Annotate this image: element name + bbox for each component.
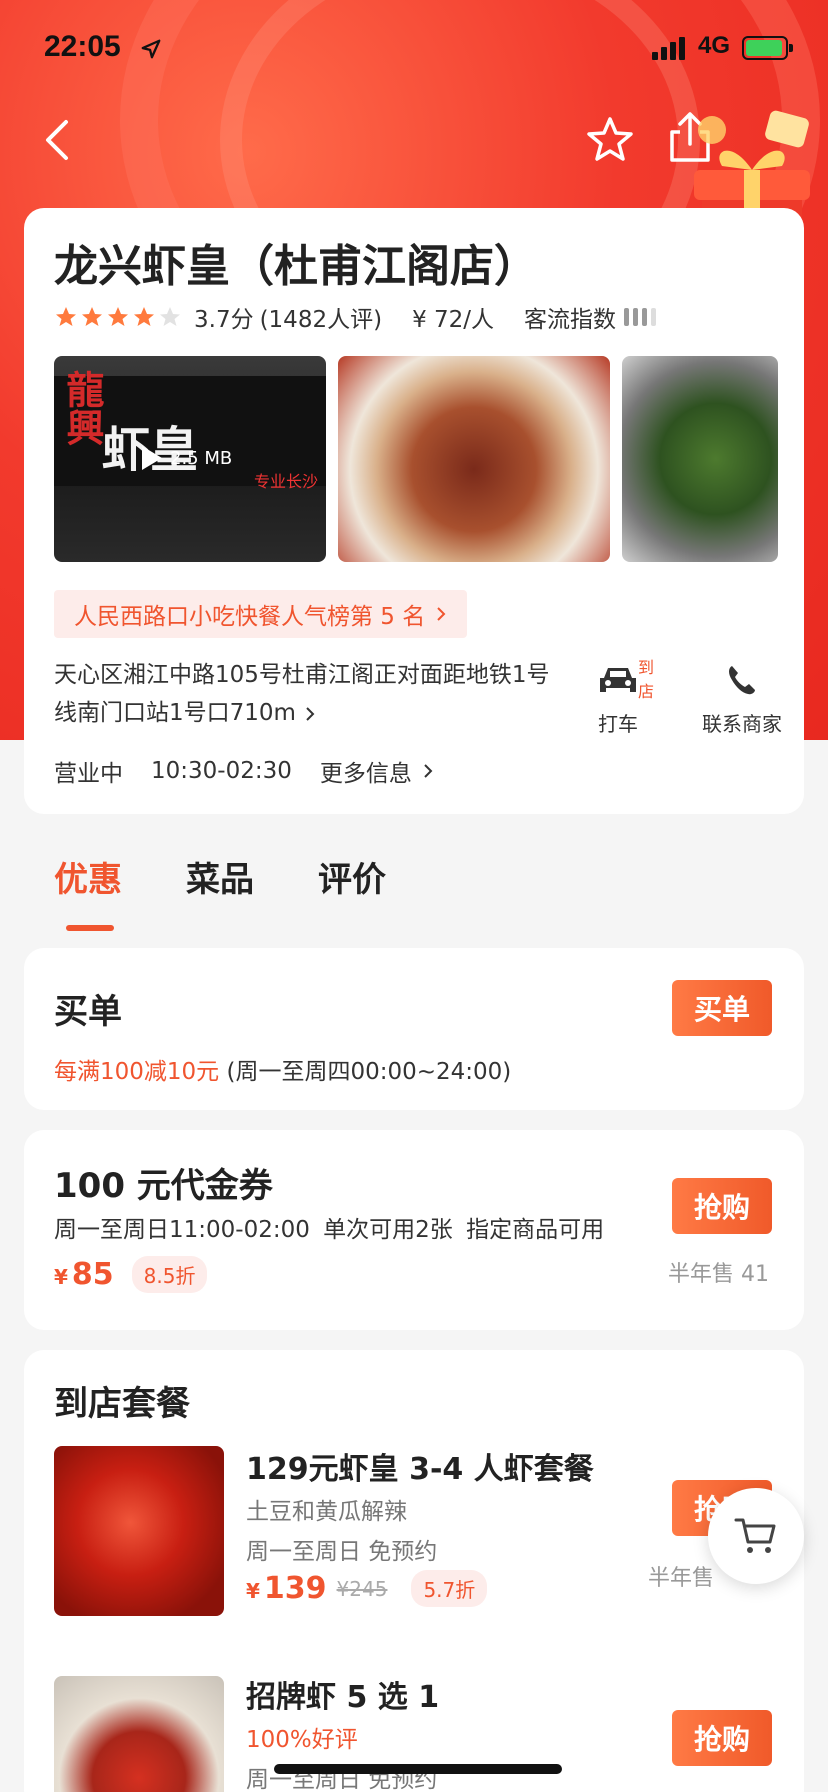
status-bar: 22:05 4G xyxy=(0,28,828,72)
rating-row: 3.7分 (1482人评) ¥ 72/人 客流指数 xyxy=(54,300,657,334)
call-merchant-button[interactable]: 联系商家 xyxy=(684,662,800,737)
shop-info-card: 龙兴虾皇（杜甫江阁店） 3.7分 (1482人评) ¥ 72/人 客流指数 龍興… xyxy=(24,208,804,814)
combo-card: 到店套餐 129元虾皇 3-4 人虾套餐 土豆和黄瓜解辣 周一至周日 免预约 ¥… xyxy=(24,1350,804,1792)
tab-reviews[interactable]: 评价 xyxy=(318,852,386,901)
voucher-meta: 周一至周日11:00-02:00 单次可用2张 指定商品可用 xyxy=(54,1217,605,1243)
video-size: 2.5 MB xyxy=(170,447,233,469)
pay-title: 买单 xyxy=(54,992,122,1032)
pay-bill-card: 买单 买单 每满100减10元 (周一至周四00:00~24:00) xyxy=(24,948,804,1110)
location-arrow-icon xyxy=(141,39,161,59)
photo-gallery[interactable]: 龍興 虾皇 专业长沙 2.5 MB xyxy=(54,356,778,562)
combo-buy-button[interactable]: 抢购 xyxy=(672,1710,772,1766)
tab-dishes[interactable]: 菜品 xyxy=(186,852,254,901)
combo-title: 到店套餐 xyxy=(54,1384,190,1424)
more-info-link[interactable]: 更多信息 xyxy=(320,754,412,788)
sign-slogan: 专业长沙 xyxy=(254,472,319,491)
combo-image[interactable] xyxy=(54,1446,224,1616)
phone-icon xyxy=(729,666,755,695)
tab-offers[interactable]: 优惠 xyxy=(54,852,122,931)
chevron-right-icon xyxy=(306,706,315,721)
voucher-discount: 8.5折 xyxy=(131,1256,208,1293)
section-tabs: 优惠 菜品 评价 xyxy=(54,852,386,931)
dish-photo[interactable] xyxy=(622,356,778,562)
star-filled-icon xyxy=(82,307,102,326)
combo-price: ¥139 xyxy=(246,1571,327,1606)
star-filled-icon xyxy=(56,307,76,326)
dish-photo[interactable] xyxy=(338,356,610,562)
ranking-text: 人民西路口小吃快餐人气榜第 5 名 xyxy=(74,604,426,630)
battery-icon xyxy=(742,36,793,60)
star-filled-icon xyxy=(134,307,154,326)
voucher-card[interactable]: 100 元代金券 周一至周日11:00-02:00 单次可用2张 指定商品可用 … xyxy=(24,1130,804,1330)
chevron-right-icon xyxy=(437,607,446,621)
combo-desc: 土豆和黄瓜解辣 xyxy=(246,1499,407,1525)
pay-button[interactable]: 买单 xyxy=(672,980,772,1036)
combo-sold: 半年售 xyxy=(648,1566,715,1591)
combo-name[interactable]: 招牌虾 5 选 1 xyxy=(246,1672,439,1716)
play-icon xyxy=(142,446,162,470)
voucher-buy-button[interactable]: 抢购 xyxy=(672,1178,772,1234)
back-icon[interactable] xyxy=(40,116,76,164)
sign-text: 龍興 xyxy=(60,370,105,446)
car-icon xyxy=(600,668,636,692)
pay-offer-text: 每满100减10元 xyxy=(54,1059,220,1085)
ranking-tag[interactable]: 人民西路口小吃快餐人气榜第 5 名 xyxy=(54,590,468,638)
combo-original-price: ¥245 xyxy=(336,1576,388,1601)
rating-score: 3.7分 xyxy=(194,307,254,333)
taxi-button[interactable]: 到店 打车 xyxy=(580,658,656,737)
voucher-title: 100 元代金券 xyxy=(54,1166,273,1206)
home-indicator[interactable] xyxy=(274,1764,562,1774)
favorite-star-icon[interactable] xyxy=(584,114,636,166)
rating-stars xyxy=(54,305,182,329)
combo-discount: 5.7折 xyxy=(411,1570,488,1607)
open-hours: 10:30-02:30 xyxy=(151,758,292,784)
storefront-video[interactable]: 龍興 虾皇 专业长沙 2.5 MB xyxy=(54,356,326,562)
combo-price-row: ¥139 ¥245 5.7折 xyxy=(246,1570,488,1607)
status-time: 22:05 xyxy=(44,30,121,63)
taxi-badge: 到店 xyxy=(637,658,654,701)
voucher-price: ¥85 xyxy=(54,1257,114,1292)
star-filled-icon xyxy=(108,307,128,326)
pay-offer: 每满100减10元 (周一至周四00:00~24:00) xyxy=(54,1052,511,1086)
star-empty-icon xyxy=(160,307,180,326)
address-text: 天心区湘江中路105号杜甫江阁正对面距地铁1号线南门口站1号口710m xyxy=(54,662,550,726)
combo-image[interactable] xyxy=(54,1676,224,1792)
review-count: (1482人评) xyxy=(259,307,383,333)
pay-offer-time: (周一至周四00:00~24:00) xyxy=(226,1059,512,1085)
combo-terms: 周一至周日 免预约 xyxy=(246,1539,438,1565)
avg-price: ¥ 72/人 xyxy=(412,307,495,333)
hours-row[interactable]: 营业中 10:30-02:30 更多信息 xyxy=(54,754,434,788)
voucher-sold: 半年售 41 xyxy=(668,1262,769,1287)
traffic-bars-icon xyxy=(624,308,657,326)
call-label: 联系商家 xyxy=(702,712,782,736)
chevron-right-icon xyxy=(424,764,433,778)
shop-name: 龙兴虾皇（杜甫江阁店） xyxy=(54,241,538,292)
combo-rating: 100%好评 xyxy=(246,1727,358,1753)
cart-icon xyxy=(734,1518,776,1553)
network-type: 4G xyxy=(698,32,731,59)
open-status: 营业中 xyxy=(54,761,123,787)
video-play[interactable]: 2.5 MB xyxy=(142,446,232,470)
traffic-label: 客流指数 xyxy=(524,307,617,333)
cart-button[interactable] xyxy=(708,1488,804,1584)
combo-name[interactable]: 129元虾皇 3-4 人虾套餐 xyxy=(246,1444,594,1488)
address[interactable]: 天心区湘江中路105号杜甫江阁正对面距地铁1号线南门口站1号口710m xyxy=(54,656,554,732)
taxi-label: 打车 xyxy=(598,712,638,736)
signal-icon xyxy=(652,37,685,60)
voucher-price-row: ¥85 8.5折 xyxy=(54,1256,208,1293)
